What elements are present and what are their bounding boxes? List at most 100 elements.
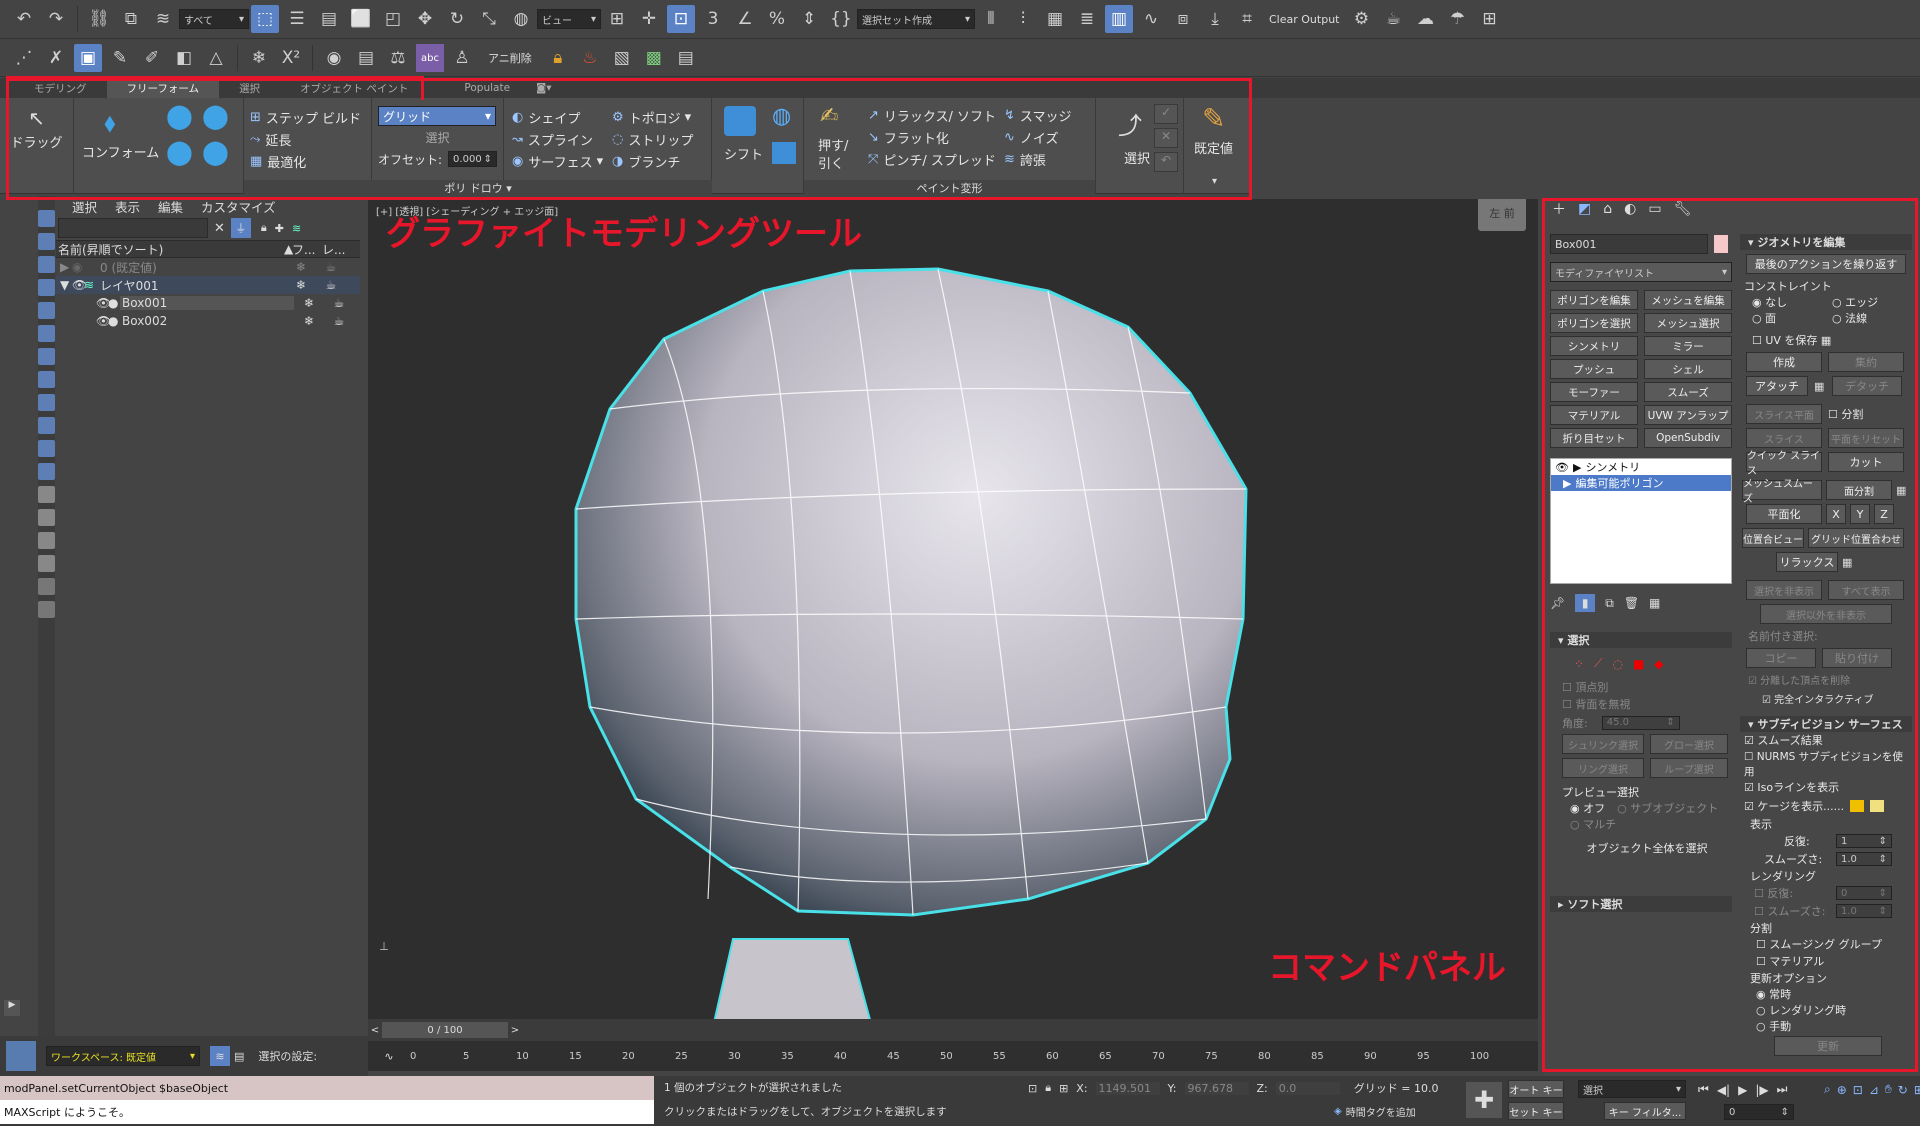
shift-icon[interactable] xyxy=(724,106,756,136)
move-icon[interactable]: ✥ xyxy=(411,5,439,33)
xform-icon[interactable]: X² xyxy=(277,44,305,72)
render-smoothness-spinner[interactable]: 1.0 ⇕ xyxy=(1836,904,1892,918)
motion-tab-icon[interactable]: ◐ xyxy=(1624,201,1636,217)
filter-bones-icon[interactable] xyxy=(38,394,55,411)
modifier-button[interactable]: ミラー xyxy=(1644,336,1732,356)
col-name[interactable]: 名前(昇順でソート) xyxy=(58,241,284,258)
selection-icon[interactable] xyxy=(38,601,55,618)
show-cage-checkbox[interactable]: ☑ ケージを表示...... xyxy=(1744,798,1844,814)
triangle-icon[interactable]: △ xyxy=(202,44,230,72)
abs-rel-icon[interactable]: ⊞ xyxy=(1059,1082,1068,1095)
update-manual-radio[interactable]: ○ 手動 xyxy=(1744,1018,1912,1034)
modifier-button[interactable]: スムーズ xyxy=(1644,382,1732,402)
tab-selection[interactable]: 選択 xyxy=(219,78,280,98)
modify-tab-icon[interactable]: ◩ xyxy=(1578,201,1591,217)
noise-button[interactable]: ∿ ノイズ xyxy=(1004,126,1072,148)
loop-button[interactable]: ループ選択 xyxy=(1650,758,1728,778)
defaults-button[interactable]: 既定値 xyxy=(1194,136,1233,158)
shift-rotate-icon[interactable]: ◍ xyxy=(772,104,791,129)
filter-cameras-icon[interactable] xyxy=(38,279,55,296)
x-coord-field[interactable]: 1149.501 xyxy=(1095,1081,1160,1095)
figure-icon[interactable]: ♙ xyxy=(448,44,476,72)
soft-selection-rollout-header[interactable]: ▸ ソフト選択 xyxy=(1550,896,1732,912)
extend-button[interactable]: ⤳ 延長 xyxy=(250,128,365,150)
modifier-button[interactable]: シンメトリ xyxy=(1550,336,1638,356)
filter-geometry-icon[interactable] xyxy=(38,210,55,227)
render-frame-icon[interactable]: ⚙ xyxy=(1347,5,1375,33)
materials-checkbox[interactable]: ☐ マテリアル xyxy=(1744,953,1912,970)
eye-icon[interactable]: ◉ xyxy=(72,260,100,274)
tab-object-paint[interactable]: オブジェクト ペイント xyxy=(280,78,428,98)
push-pull-button[interactable]: 押す/ 引く xyxy=(818,138,848,174)
conform-options-icon[interactable]: ⬤ xyxy=(202,138,229,166)
scene-explorer-icon[interactable]: ▦ xyxy=(1041,5,1069,33)
z-coord-field[interactable]: 0.0 xyxy=(1275,1081,1340,1095)
filter-hidden-icon[interactable] xyxy=(38,463,55,480)
eye-icon[interactable]: 👁︎ xyxy=(96,296,111,310)
align-icon[interactable]: ⫶ xyxy=(1009,5,1037,33)
filter-groups-icon[interactable] xyxy=(38,348,55,365)
hide-selected-button[interactable]: 選択を非表示 xyxy=(1746,580,1822,600)
key-filters-button[interactable]: キー フィルタ... xyxy=(1604,1102,1686,1120)
attach-settings-icon[interactable]: ▦ xyxy=(1814,380,1826,393)
isolate-icon[interactable]: ⊡ xyxy=(1028,1082,1037,1095)
maxscript-listener-line[interactable]: modPanel.setCurrentObject $baseObject xyxy=(0,1076,654,1100)
place-icon[interactable]: ◍ xyxy=(507,5,535,33)
configure-sets-icon[interactable]: ▦ xyxy=(1649,596,1660,610)
workspace-dropdown[interactable]: ワークスペース: 既定値 ▾ xyxy=(46,1046,200,1066)
curve-icon[interactable]: ∿ xyxy=(368,1050,410,1063)
add-layer-icon[interactable]: ✚ xyxy=(275,222,284,235)
split-checkbox[interactable]: ☐ 分割 xyxy=(1828,406,1863,422)
pin-stack-icon[interactable]: 📌︎ xyxy=(1550,596,1565,610)
filter-helpers-icon[interactable] xyxy=(38,302,55,319)
bind-spacewarp-icon[interactable]: ≋ xyxy=(149,5,177,33)
constraint-face-radio[interactable]: ○ 面 xyxy=(1752,310,1832,326)
modify-icon[interactable]: ✎ xyxy=(106,44,134,72)
track-bar[interactable]: ∿ 0 5 10 15 20 25 30 35 40 45 50 55 60 65 70 75 80 85 90 95… xyxy=(368,1041,1538,1071)
modifier-button[interactable]: ポリゴンを編集 xyxy=(1550,290,1638,310)
render-teapot-icon[interactable]: ☕ xyxy=(324,296,354,310)
spinner-snap-icon[interactable]: ⇕ xyxy=(795,5,823,33)
shift-button[interactable]: シフト xyxy=(724,142,763,164)
menu-display[interactable]: 表示 xyxy=(115,197,140,216)
select-by-name-icon[interactable]: ☰ xyxy=(283,5,311,33)
freeze-icon[interactable]: ❄ xyxy=(286,278,316,292)
border-icon[interactable]: ◌ xyxy=(1612,657,1622,671)
schematic-icon[interactable]: ⧈ xyxy=(1169,5,1197,33)
render-settings-icon[interactable]: ▤ xyxy=(352,44,380,72)
maximize-icon[interactable]: ⊞ xyxy=(1914,1083,1920,1097)
smooth-result-checkbox[interactable]: ☑ スムーズ結果 xyxy=(1744,732,1912,749)
accept-icon[interactable]: ✓ xyxy=(1154,104,1178,124)
eye-icon[interactable]: 👁︎ xyxy=(96,314,111,328)
edit-icon[interactable]: ✐ xyxy=(138,44,166,72)
cage-color-1[interactable] xyxy=(1850,800,1865,812)
curve-editor-icon[interactable]: ∿ xyxy=(1137,5,1165,33)
scene-toggle-icon[interactable]: ▤ xyxy=(234,1050,244,1063)
keyboard-override-icon[interactable]: ⊡ xyxy=(667,5,695,33)
zoom-extents-icon[interactable]: ⊡ xyxy=(1853,1083,1863,1097)
select-object-icon[interactable]: ⬚ xyxy=(251,5,279,33)
add-time-tag-button[interactable]: ◈ 時間タグを追加 xyxy=(1334,1104,1416,1119)
clear-search-icon[interactable]: ✕ xyxy=(214,221,225,236)
conform-button[interactable]: コンフォーム xyxy=(82,140,159,162)
by-vertex-checkbox[interactable]: ☐ 頂点別 xyxy=(1562,679,1732,696)
next-frame-arrow-icon[interactable]: > xyxy=(508,1025,522,1036)
update-render-radio[interactable]: ○ レンダリング時 xyxy=(1744,1002,1912,1018)
panel-icon[interactable]: ▧ xyxy=(608,44,636,72)
scene-row-box002[interactable]: 👁︎ ● Box002 ❄ ☕ xyxy=(56,312,360,330)
make-unique-icon[interactable]: ⧉ xyxy=(1605,596,1614,611)
scale-icon[interactable]: ⤡ xyxy=(475,5,503,33)
filter-lights-icon[interactable] xyxy=(38,256,55,273)
angle-spinner[interactable]: 45.0 ⇕ xyxy=(1601,715,1680,730)
rotate-icon[interactable]: ↻ xyxy=(443,5,471,33)
step-build-button[interactable]: ⊞ ステップ ビルド xyxy=(250,106,365,128)
modifier-button[interactable]: UVW アンラップ xyxy=(1644,405,1732,425)
full-interactivity-checkbox[interactable]: ☑ 完全インタラクティブ xyxy=(1740,691,1912,706)
filter-containers-icon[interactable] xyxy=(38,417,55,434)
shrink-button[interactable]: シュリンク選択 xyxy=(1562,734,1644,754)
hierarchy-tab-icon[interactable]: ⌂ xyxy=(1603,201,1612,217)
relax-settings-icon[interactable]: ▦ xyxy=(1842,556,1852,569)
undo-icon[interactable]: ↶ xyxy=(10,5,38,33)
slice-button[interactable]: スライス xyxy=(1746,428,1822,448)
cage-color-2[interactable] xyxy=(1870,800,1885,812)
